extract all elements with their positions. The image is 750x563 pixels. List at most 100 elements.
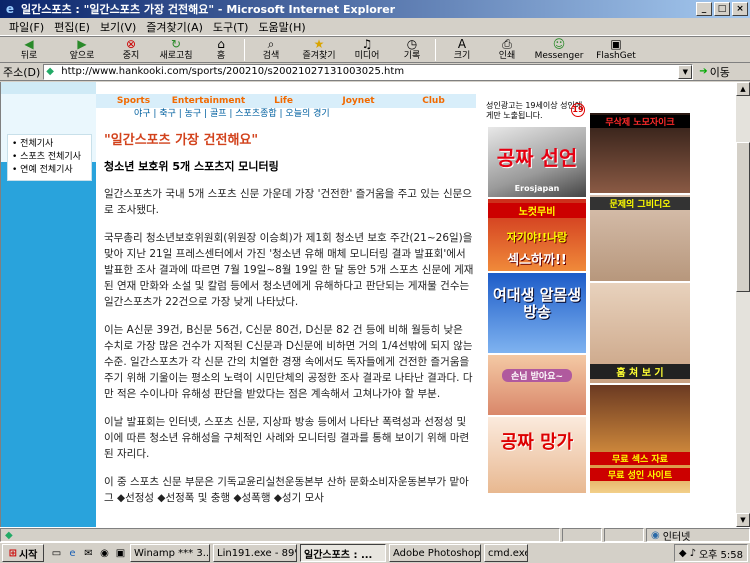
nav-sub-links[interactable]: 야구 | 축구 | 농구 | 골프 | 스포츠종합 | 오늘의 경기 — [96, 108, 476, 120]
internet-zone-icon: ◉ — [651, 529, 660, 541]
maximize-button[interactable]: □ — [714, 2, 730, 16]
address-label: 주소(D) — [3, 65, 41, 79]
tray-app-icon[interactable]: ◆ — [679, 548, 687, 559]
messenger-button[interactable]: ☺ Messenger — [528, 37, 590, 63]
window-title: 일간스포츠 : "일간스포츠 가장 건전해요" - Microsoft Inte… — [21, 3, 396, 16]
nav-tab-life[interactable]: Life — [246, 94, 321, 108]
history-button[interactable]: ◷ 기록 — [391, 37, 433, 63]
ad-column: 성인광고는 19세이상 성인에게만 노출됩니다. 19 공짜 선언 Erosja… — [486, 101, 692, 493]
menu-favorites[interactable]: 즐겨찾기(A) — [141, 19, 208, 35]
ad-banner[interactable]: 무료 섹스 자료 무료 성인 사이트 — [590, 385, 690, 493]
side-menu: • 전체기사 • 스포츠 전체기사 • 연예 전체기사 — [7, 134, 92, 181]
ad-banner[interactable]: 공짜 망가 — [488, 417, 586, 493]
page-done-icon: ◆ — [5, 529, 13, 541]
minimize-button[interactable]: _ — [696, 2, 712, 16]
go-arrow-icon: ➔ — [699, 66, 708, 77]
article-paragraph: 이날 발표회는 인터넷, 스포츠 신문, 지상파 방송 등에서 나타난 폭력성과… — [104, 416, 470, 460]
go-button[interactable]: ➔ 이동 — [699, 64, 730, 80]
left-blue-column — [1, 162, 96, 527]
favorites-icon: ★ — [313, 36, 325, 51]
ie-quick-icon[interactable]: e — [66, 547, 79, 560]
toolbar-separator — [244, 38, 245, 61]
task-lin191[interactable]: Lin191.exe - 89% ... — [213, 544, 297, 562]
article-paragraph: 이 중 스포츠 신문 부문은 기독교윤리실천운동본부 산하 문화소비자운동본부가… — [104, 476, 469, 504]
nav-tab-sports[interactable]: Sports — [96, 94, 171, 108]
task-ie-active[interactable]: 일간스포츠 : ... — [300, 544, 386, 562]
ad-banner[interactable]: 문제의 그비디오 — [590, 195, 690, 281]
status-cell — [604, 528, 644, 542]
forward-button[interactable]: ▶ 앞으로 — [54, 37, 110, 63]
page-icon: ◆ — [46, 65, 54, 77]
print-icon: ⎙ — [502, 36, 512, 51]
start-button[interactable]: ⊞ 시작 — [2, 544, 44, 562]
print-button[interactable]: ⎙ 인쇄 — [486, 37, 528, 63]
ad-banner[interactable]: 공짜 선언 Erosjapan — [488, 127, 586, 197]
search-button[interactable]: ⌕ 검색 — [247, 37, 295, 63]
menu-bar: 파일(F) 편집(E) 보기(V) 즐겨찾기(A) 도구(T) 도움말(H) — [0, 18, 750, 36]
article-headline: "일간스포츠 가장 건전해요" — [104, 133, 259, 148]
app-icon[interactable]: ◉ — [98, 547, 111, 560]
task-photoshop[interactable]: Adobe Photoshop — [389, 544, 481, 562]
size-button[interactable]: A 크기 — [438, 37, 486, 63]
nav-tab-club[interactable]: Club — [396, 94, 471, 108]
vertical-scrollbar[interactable]: ▲ ▼ — [736, 82, 750, 527]
media-button[interactable]: ♫ 미디어 — [343, 37, 391, 63]
back-arrow-icon: ◀ — [24, 36, 34, 51]
menu-help[interactable]: 도움말(H) — [253, 19, 310, 35]
back-button[interactable]: ◀ 뒤로 — [4, 37, 54, 63]
app-icon[interactable]: ▣ — [114, 547, 127, 560]
status-cell — [562, 528, 602, 542]
adult-ad-notice: 성인광고는 19세이상 성인에게만 노출됩니다. 19 — [486, 101, 585, 120]
article-paragraph: 국무총리 청소년보호위원회(위원장 이승희)가 제1회 청소년 보호 주간(21… — [104, 232, 474, 308]
task-winamp[interactable]: Winamp *** 3... — [130, 544, 210, 562]
scroll-down-icon[interactable]: ▼ — [736, 513, 750, 527]
address-dropdown-icon[interactable]: ▼ — [678, 64, 693, 79]
article-subhead: 청소년 보호위 5개 스포츠지 모니터링 — [104, 160, 279, 173]
logo-strip — [1, 82, 96, 94]
system-tray: ◆ ♪ 오후 5:58 — [673, 544, 748, 562]
refresh-icon: ↻ — [170, 36, 182, 51]
messenger-icon: ☺ — [552, 36, 566, 51]
ad-banner[interactable]: 무삭제 노모자이크 — [590, 113, 690, 193]
home-button[interactable]: ⌂ 홈 — [200, 37, 242, 63]
status-text: ◆ — [0, 528, 560, 542]
side-menu-item[interactable]: • 스포츠 전체기사 — [12, 151, 87, 164]
ad-banner[interactable]: 손님 받아요~ — [488, 355, 586, 415]
menu-view[interactable]: 보기(V) — [95, 19, 141, 35]
flashget-icon: ▣ — [610, 36, 622, 51]
side-menu-item[interactable]: • 전체기사 — [12, 138, 87, 151]
address-input[interactable]: ◆ http://www.hankooki.com/sports/200210/… — [43, 63, 694, 80]
menu-file[interactable]: 파일(F) — [4, 19, 49, 35]
outlook-icon[interactable]: ✉ — [82, 547, 95, 560]
nav-tab-entertainment[interactable]: Entertainment — [171, 94, 246, 108]
close-button[interactable]: × — [732, 2, 748, 16]
ad-banner[interactable]: 노컷무비 자기야!!나랑 섹스하까!! — [488, 199, 586, 271]
refresh-button[interactable]: ↻ 새로고침 — [152, 37, 200, 63]
address-url: http://www.hankooki.com/sports/200210/s2… — [61, 66, 405, 77]
side-menu-item[interactable]: • 연예 전체기사 — [12, 164, 87, 177]
windows-logo-icon: ⊞ — [8, 547, 17, 559]
ad-banner[interactable]: 여대생 알몸생방송 — [488, 273, 586, 353]
flashget-button[interactable]: ▣ FlashGet — [590, 37, 642, 63]
search-icon: ⌕ — [267, 36, 275, 51]
forward-arrow-icon: ▶ — [77, 36, 87, 51]
favorites-button[interactable]: ★ 즐겨찾기 — [295, 37, 343, 63]
taskbar: ⊞ 시작 ▭ e ✉ ◉ ▣ Winamp *** 3... Lin191.ex… — [0, 542, 750, 563]
scroll-up-icon[interactable]: ▲ — [736, 82, 750, 96]
status-bar: ◆ ◉ 인터넷 — [0, 527, 750, 543]
volume-icon[interactable]: ♪ — [690, 548, 696, 559]
ad-banner[interactable]: 훔 쳐 보 기 — [590, 283, 690, 383]
scroll-thumb[interactable] — [736, 142, 750, 292]
ie-icon: e — [5, 2, 15, 16]
menu-tools[interactable]: 도구(T) — [208, 19, 254, 35]
toolbar-separator — [435, 38, 436, 61]
address-bar: 주소(D) ◆ http://www.hankooki.com/sports/2… — [0, 63, 750, 81]
article-paragraph: 일간스포츠가 국내 5개 스포츠 신문 가운데 가장 '건전한' 즐거움을 주고… — [104, 188, 472, 216]
stop-button[interactable]: ⊗ 중지 — [110, 37, 152, 63]
security-zone: ◉ 인터넷 — [646, 528, 750, 543]
desktop-icon[interactable]: ▭ — [50, 547, 63, 560]
menu-edit[interactable]: 편집(E) — [49, 19, 95, 35]
task-cmd[interactable]: cmd.exe — [484, 544, 528, 562]
site-nav: Sports Entertainment Life Joynet Club 야구… — [96, 94, 476, 120]
nav-tab-joynet[interactable]: Joynet — [321, 94, 396, 108]
